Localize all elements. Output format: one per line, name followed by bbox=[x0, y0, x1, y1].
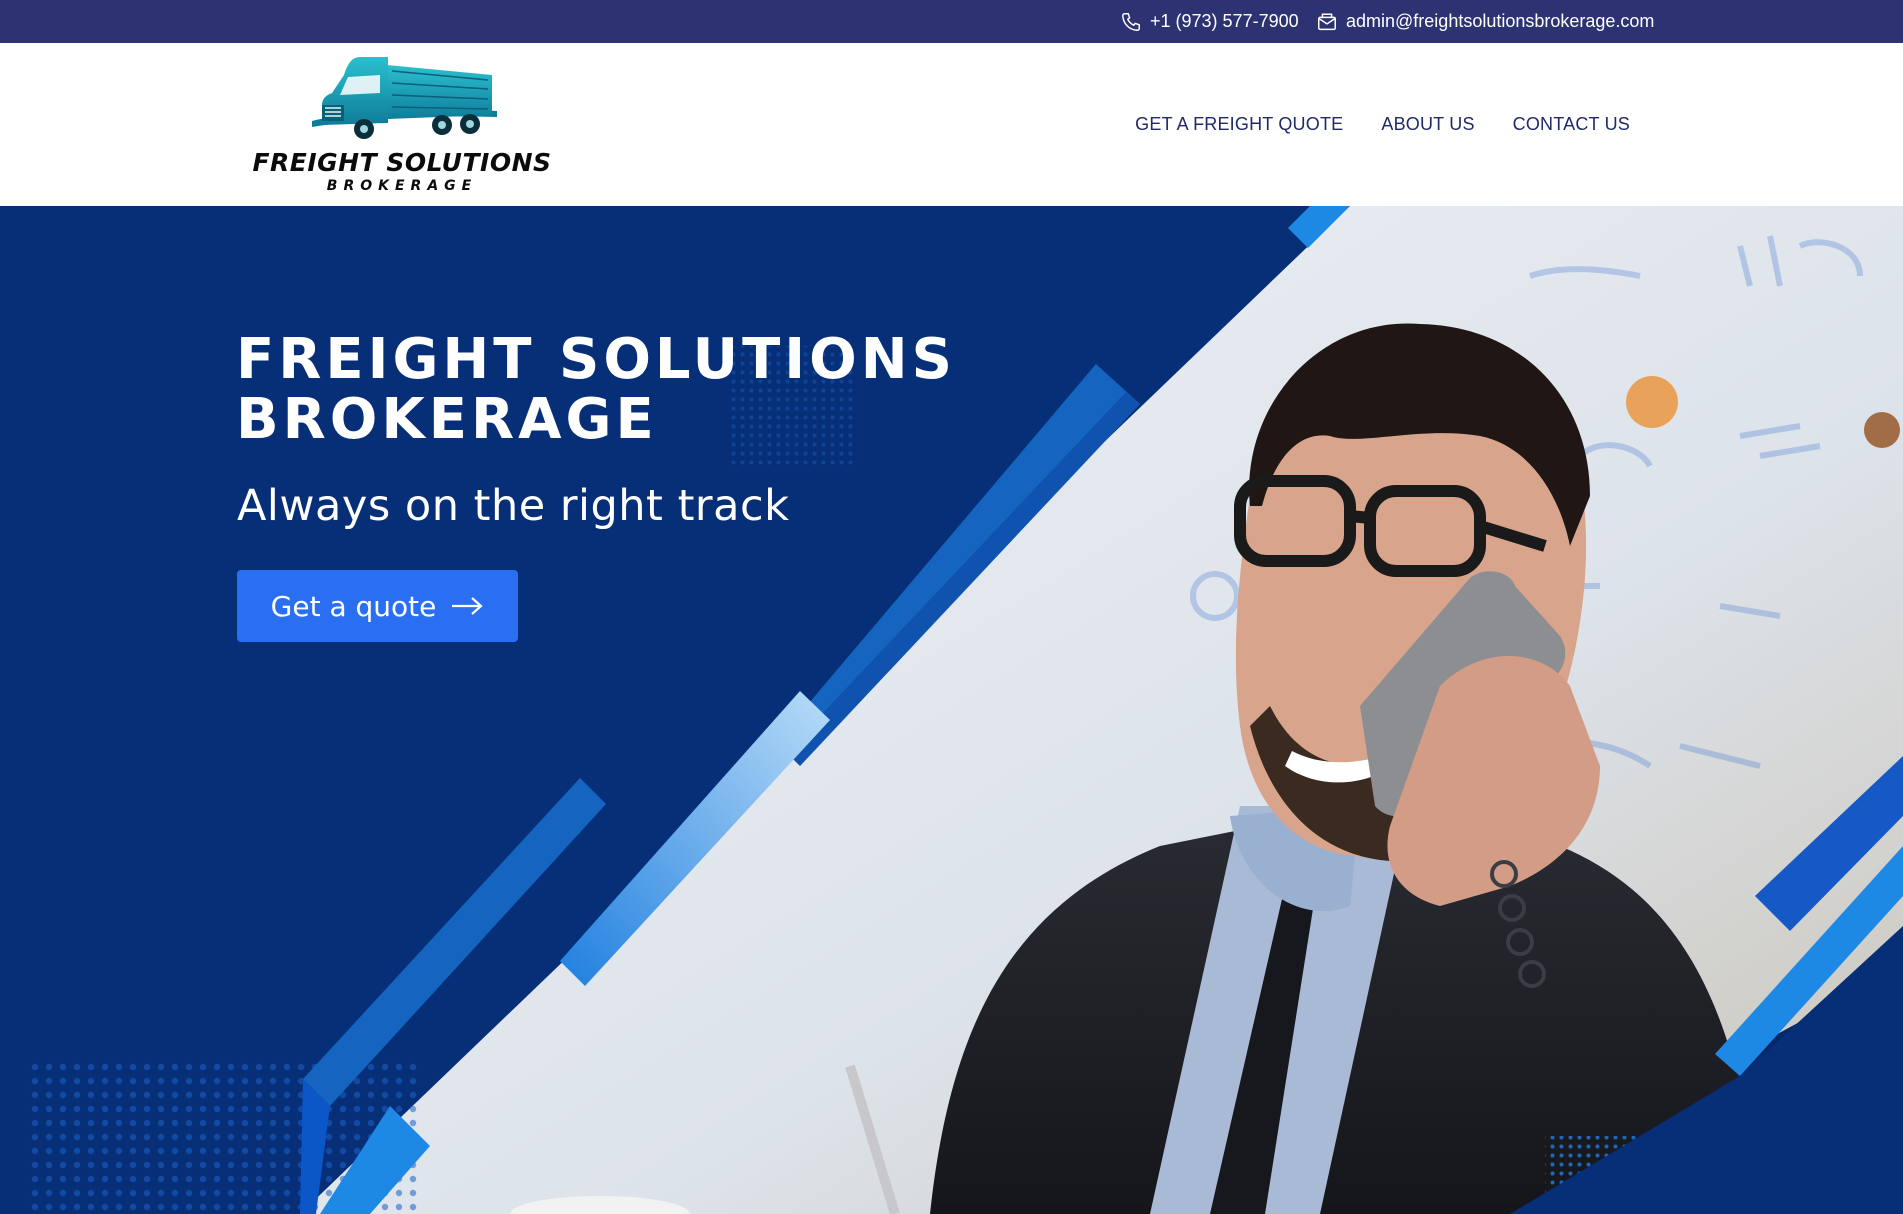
arrow-right-icon bbox=[452, 597, 484, 615]
email-address: admin@freightsolutionsbrokerage.com bbox=[1346, 11, 1655, 31]
email-contact[interactable]: admin@freightsolutionsbrokerage.com bbox=[1316, 0, 1654, 43]
hero-title-line-2: BROKERAGE bbox=[236, 387, 658, 452]
hero-title-line-1: FREIGHT SOLUTIONS bbox=[236, 327, 956, 392]
nav-contact-us[interactable]: CONTACT US bbox=[1513, 114, 1630, 135]
site-logo[interactable]: FREIGHT SOLUTIONS BROKERAGE bbox=[252, 53, 552, 203]
get-quote-button[interactable]: Get a quote bbox=[237, 570, 518, 642]
nav-about-us[interactable]: ABOUT US bbox=[1381, 114, 1474, 135]
main-nav: GET A FREIGHT QUOTE ABOUT US CONTACT US bbox=[1135, 43, 1630, 206]
phone-number: +1 (973) 577-7900 bbox=[1150, 11, 1299, 31]
truck-logo-icon bbox=[312, 57, 497, 139]
site-header: FREIGHT SOLUTIONS BROKERAGE GET A FREIGH… bbox=[0, 43, 1903, 206]
nav-freight-quote[interactable]: GET A FREIGHT QUOTE bbox=[1135, 114, 1343, 135]
phone-contact[interactable]: +1 (973) 577-7900 bbox=[1120, 0, 1299, 43]
hero-subtitle: Always on the right track bbox=[237, 481, 790, 531]
envelope-icon bbox=[1318, 12, 1336, 30]
hero-banner: FREIGHT SOLUTIONS BROKERAGE Always on th… bbox=[0, 206, 1903, 1214]
logo-subtitle: BROKERAGE bbox=[326, 178, 478, 194]
logo-title: FREIGHT SOLUTIONS bbox=[252, 148, 552, 177]
phone-icon bbox=[1122, 12, 1140, 31]
get-quote-label: Get a quote bbox=[270, 589, 437, 623]
pin-orange bbox=[1626, 376, 1678, 428]
top-contact-bar: +1 (973) 577-7900 admin@freightsolutions… bbox=[0, 0, 1903, 43]
pin-brown bbox=[1864, 412, 1900, 448]
hero-title: FREIGHT SOLUTIONS BROKERAGE bbox=[236, 330, 1136, 450]
